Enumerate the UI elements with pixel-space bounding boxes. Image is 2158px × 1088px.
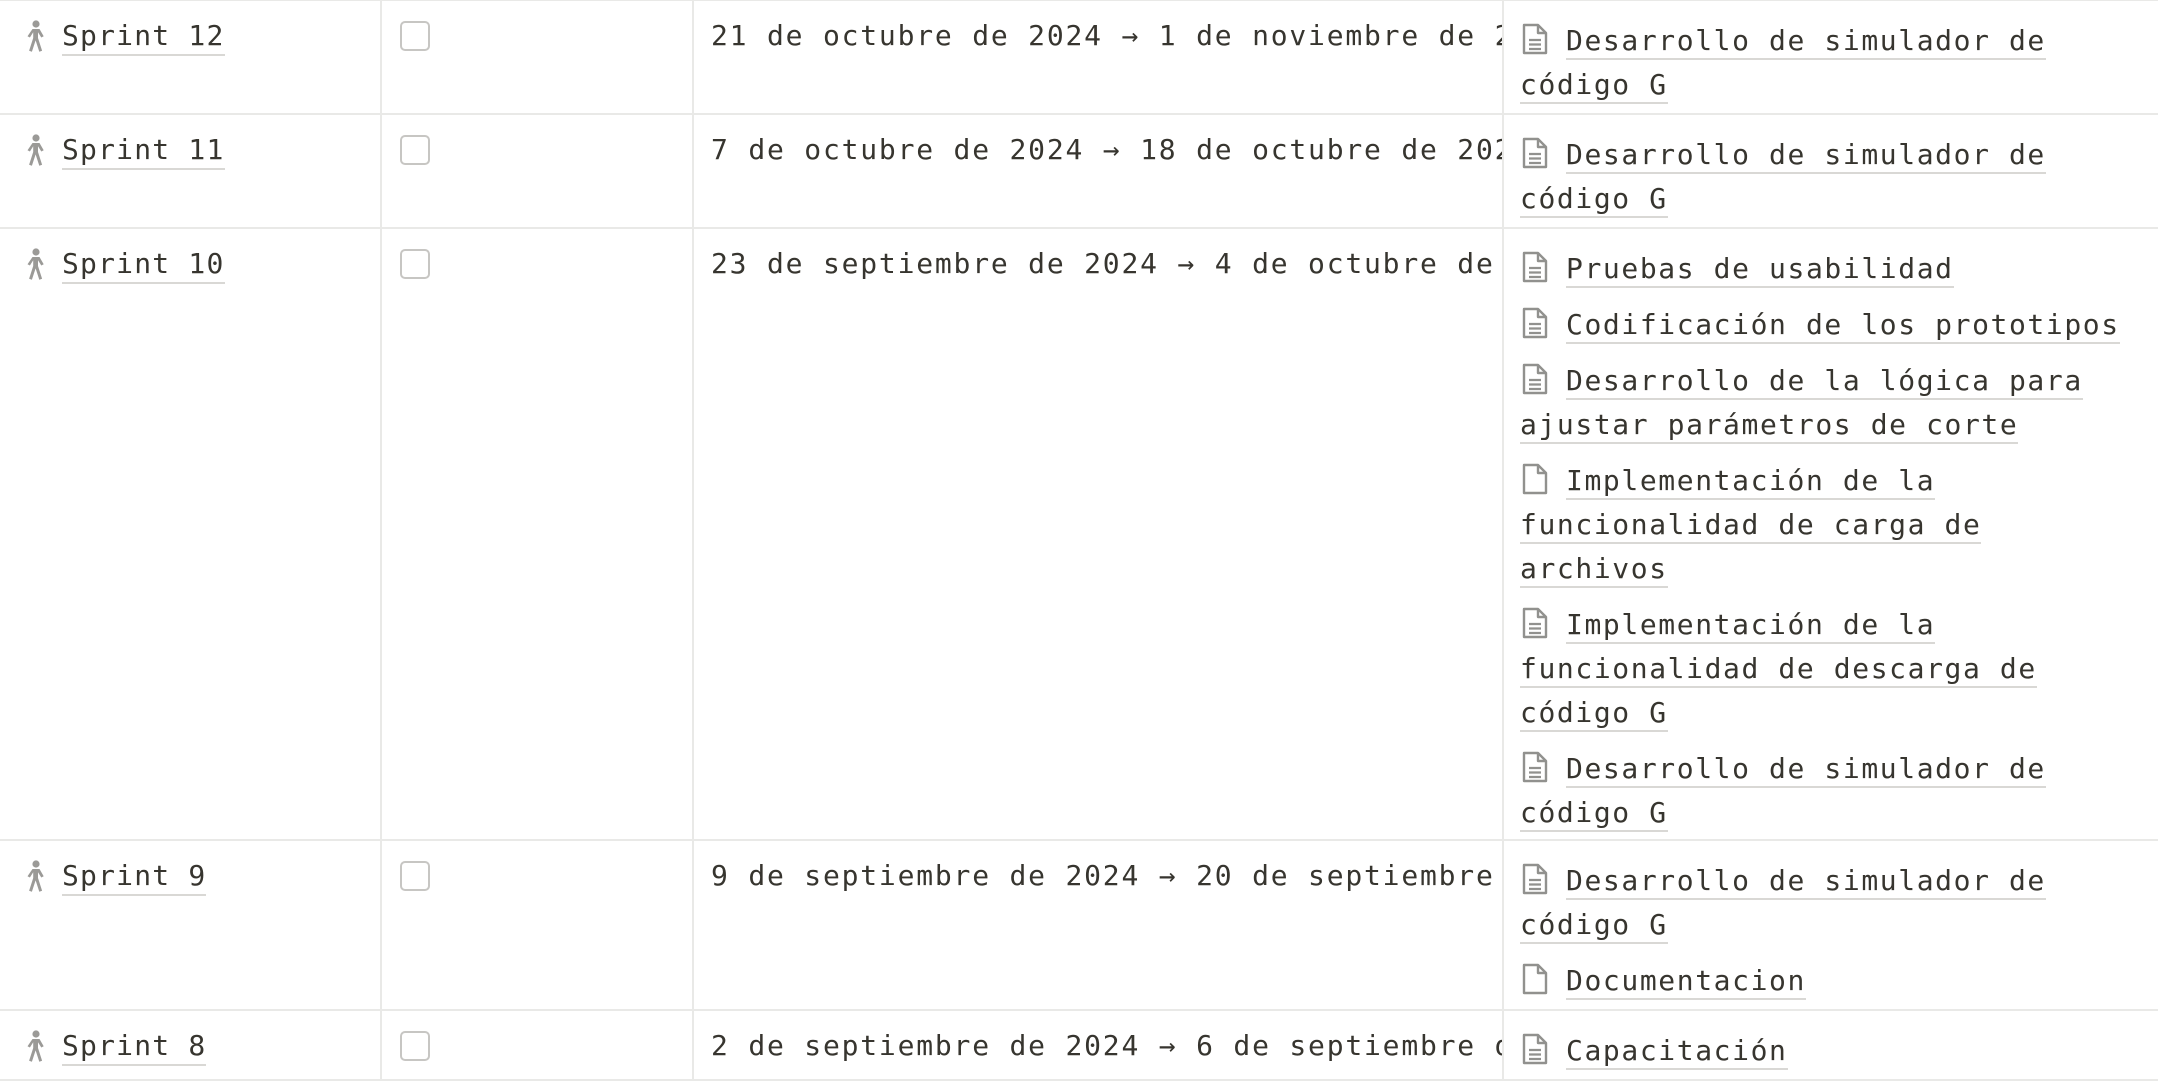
sprint-walker-icon	[22, 859, 50, 893]
name-cell[interactable]: Sprint 12	[0, 1, 382, 113]
date-range: 2 de septiembre de 2024 → 6 de septiembr…	[711, 1029, 1502, 1062]
relations-cell[interactable]: Desarrollo de simulador de código G Docum…	[1504, 841, 2158, 1009]
relation-item[interactable]: Implementación de la funcionalidad de ca…	[1520, 459, 2128, 591]
table-row[interactable]: Sprint 10 23 de septiembre de 2024 → 4 de…	[0, 229, 2158, 841]
checkbox-cell	[382, 229, 694, 839]
relation-link[interactable]: Desarrollo de la lógica para ajustar par…	[1520, 364, 2083, 444]
relation-link[interactable]: Desarrollo de simulador de código G	[1520, 864, 2046, 944]
name-cell[interactable]: Sprint 11	[0, 115, 382, 227]
checkbox-cell	[382, 115, 694, 227]
document-icon	[1520, 606, 1550, 640]
name-cell[interactable]: Sprint 8	[0, 1011, 382, 1079]
dates-cell[interactable]: 23 de septiembre de 2024 → 4 de octubre …	[694, 229, 1504, 839]
relation-item[interactable]: Desarrollo de simulador de código G	[1520, 133, 2128, 221]
table-row[interactable]: Sprint 11 7 de octubre de 2024 → 18 de oc…	[0, 115, 2158, 229]
sprint-name-link[interactable]: Sprint 9	[62, 859, 207, 896]
document-icon	[1520, 22, 1550, 56]
dates-cell[interactable]: 9 de septiembre de 2024 → 20 de septiemb…	[694, 841, 1504, 1009]
document-icon	[1520, 862, 1550, 896]
sprint-name-link[interactable]: Sprint 10	[62, 247, 225, 284]
name-cell[interactable]: Sprint 10	[0, 229, 382, 839]
relation-link[interactable]: Desarrollo de simulador de código G	[1520, 138, 2046, 218]
dates-cell[interactable]: 2 de septiembre de 2024 → 6 de septiembr…	[694, 1011, 1504, 1079]
relations-cell[interactable]: Desarrollo de simulador de código G	[1504, 1, 2158, 113]
name-cell[interactable]: Sprint 9	[0, 841, 382, 1009]
sprint-name-link[interactable]: Sprint 11	[62, 133, 225, 170]
dates-cell[interactable]: 21 de octubre de 2024 → 1 de noviembre d…	[694, 1, 1504, 113]
relation-link[interactable]: Implementación de la funcionalidad de ca…	[1520, 464, 1982, 588]
relation-item[interactable]: Documentacion	[1520, 959, 2128, 1003]
checkbox-cell	[382, 841, 694, 1009]
completed-checkbox[interactable]	[400, 861, 430, 891]
sprint-walker-icon	[22, 19, 50, 53]
relation-item[interactable]: Codificación de los prototipos	[1520, 303, 2128, 347]
relation-link[interactable]: Capacitación	[1566, 1034, 1788, 1070]
sprint-walker-icon	[22, 133, 50, 167]
relation-link[interactable]: Pruebas de usabilidad	[1566, 252, 1954, 288]
relation-item[interactable]: Pruebas de usabilidad	[1520, 247, 2128, 291]
sprint-walker-icon	[22, 247, 50, 281]
table-row[interactable]: Sprint 12 21 de octubre de 2024 → 1 de no…	[0, 1, 2158, 115]
document-icon	[1520, 306, 1550, 340]
sprint-name-link[interactable]: Sprint 8	[62, 1029, 207, 1066]
document-icon	[1520, 136, 1550, 170]
relations-cell[interactable]: Capacitación	[1504, 1011, 2158, 1079]
relations-cell[interactable]: Pruebas de usabilidad Codificación de los…	[1504, 229, 2158, 839]
sprints-table: Sprint 12 21 de octubre de 2024 → 1 de no…	[0, 0, 2158, 1081]
relation-item[interactable]: Desarrollo de simulador de código G	[1520, 747, 2128, 835]
document-icon	[1520, 1032, 1550, 1066]
document-icon	[1520, 362, 1550, 396]
table-row[interactable]: Sprint 8 2 de septiembre de 2024 → 6 de s…	[0, 1011, 2158, 1081]
relation-item[interactable]: Implementación de la funcionalidad de de…	[1520, 603, 2128, 735]
relation-link[interactable]: Desarrollo de simulador de código G	[1520, 752, 2046, 832]
checkbox-cell	[382, 1, 694, 113]
relation-link[interactable]: Documentacion	[1566, 964, 1806, 1000]
date-range: 23 de septiembre de 2024 → 4 de octubre …	[711, 247, 1504, 280]
document-icon	[1520, 250, 1550, 284]
date-range: 21 de octubre de 2024 → 1 de noviembre d…	[711, 19, 1504, 52]
completed-checkbox[interactable]	[400, 21, 430, 51]
relations-cell[interactable]: Desarrollo de simulador de código G	[1504, 115, 2158, 227]
page-icon	[1520, 962, 1550, 996]
relation-item[interactable]: Desarrollo de la lógica para ajustar par…	[1520, 359, 2128, 447]
table-row[interactable]: Sprint 9 9 de septiembre de 2024 → 20 de …	[0, 841, 2158, 1011]
sprint-name-link[interactable]: Sprint 12	[62, 19, 225, 56]
page-icon	[1520, 462, 1550, 496]
checkbox-cell	[382, 1011, 694, 1079]
sprint-walker-icon	[22, 1029, 50, 1063]
relation-link[interactable]: Codificación de los prototipos	[1566, 308, 2120, 344]
completed-checkbox[interactable]	[400, 1031, 430, 1061]
date-range: 9 de septiembre de 2024 → 20 de septiemb…	[711, 859, 1502, 892]
document-icon	[1520, 750, 1550, 784]
relation-link[interactable]: Desarrollo de simulador de código G	[1520, 24, 2046, 104]
date-range: 7 de octubre de 2024 → 18 de octubre de …	[711, 133, 1504, 166]
completed-checkbox[interactable]	[400, 249, 430, 279]
relation-item[interactable]: Capacitación	[1520, 1029, 2128, 1073]
completed-checkbox[interactable]	[400, 135, 430, 165]
relation-link[interactable]: Implementación de la funcionalidad de de…	[1520, 608, 2037, 732]
relation-item[interactable]: Desarrollo de simulador de código G	[1520, 859, 2128, 947]
dates-cell[interactable]: 7 de octubre de 2024 → 18 de octubre de …	[694, 115, 1504, 227]
relation-item[interactable]: Desarrollo de simulador de código G	[1520, 19, 2128, 107]
